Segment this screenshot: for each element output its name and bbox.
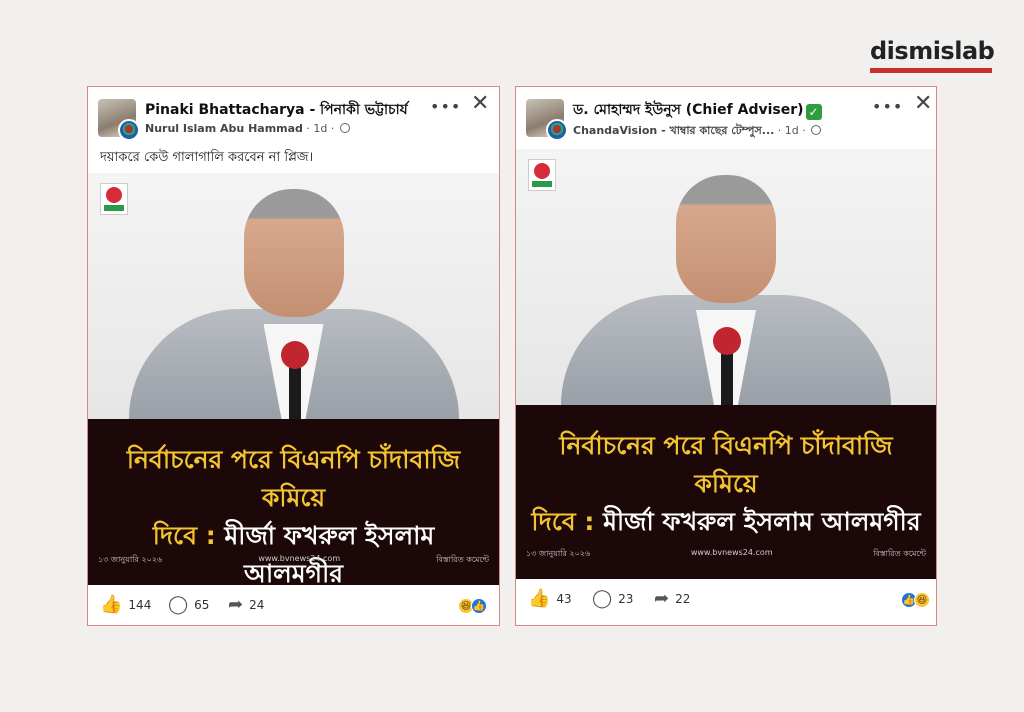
more-options-icon[interactable]: ••• [430, 97, 461, 116]
banner-date: ১৩ জানুয়ারি ২০২৬ [526, 549, 591, 558]
post-actions: 👍 144 ◯ 65 ➦ 24 😆 👍 [88, 585, 499, 627]
globe-icon [339, 123, 350, 133]
banner-site: www.bvnews24.com [258, 554, 341, 563]
post-header: Pinaki Bhattacharya - পিনাকী ভট্টাচার্য … [88, 87, 499, 149]
comment-count: 23 [618, 592, 634, 606]
close-icon[interactable]: ✕ [914, 91, 932, 116]
dismislab-logo: dismislab [870, 37, 995, 73]
speaker-figure [128, 189, 459, 419]
group-avatar[interactable] [526, 99, 568, 141]
post-image[interactable]: নির্বাচনের পরে বিএনপি চাঁদাবাজি কমিয়ে দ… [88, 173, 499, 585]
post-meta: ChandaVision - খাম্বার কাছের টেম্পুস... … [573, 122, 822, 141]
headline-line-2-prefix: দিবে : [531, 507, 604, 536]
like-count: 144 [128, 598, 152, 612]
share-button[interactable]: ➦ 24 [228, 594, 265, 615]
speaker-head [243, 189, 344, 317]
share-button[interactable]: ➦ 22 [654, 588, 691, 609]
share-icon: ➦ [228, 594, 244, 615]
group-avatar[interactable] [98, 99, 140, 141]
comment-icon: ◯ [168, 594, 189, 615]
headline-line-1: নির্বাচনের পরে বিএনপি চাঁদাবাজি কমিয়ে [126, 445, 461, 512]
reactions-summary[interactable]: 😆 👍 [458, 598, 487, 614]
microphone [713, 327, 741, 405]
reactions-summary[interactable]: 👍 😆 [901, 592, 930, 608]
post-actions: 👍 43 ◯ 23 ➦ 22 👍 😆 [516, 579, 936, 621]
post-author-name[interactable]: Pinaki Bhattacharya - পিনাকী ভট্টাচার্য [145, 98, 408, 122]
banner-footer: ১৩ জানুয়ারি ২০২৬ www.bvnews24.com বিস্ত… [98, 554, 489, 567]
banner-date: ১৩ জানুয়ারি ২০২৬ [98, 555, 163, 564]
logo-text: dismislab [870, 37, 995, 65]
banner-site: www.bvnews24.com [690, 548, 773, 557]
post-group-name[interactable]: ChandaVision - খাম্বার কাছের টেম্পুস... [573, 124, 774, 137]
headline-banner: নির্বাচনের পরে বিএনপি চাঁদাবাজি কমিয়ে দ… [88, 419, 499, 585]
channel-logo [100, 183, 128, 215]
share-count: 22 [675, 592, 691, 606]
post-header: ড. মোহাম্মদ ইউনুস (Chief Adviser) ✓ Chand… [516, 87, 936, 149]
speaker-photo [88, 173, 499, 419]
comment-button[interactable]: ◯ 65 [168, 594, 210, 615]
banner-footer: ১৩ জানুয়ারি ২০২৬ www.bvnews24.com বিস্ত… [526, 548, 926, 561]
haha-reaction-icon: 😆 [914, 592, 930, 608]
share-icon: ➦ [654, 588, 670, 609]
logo-underline [870, 68, 992, 73]
speaker-figure [561, 175, 891, 405]
verified-check-icon: ✓ [805, 104, 822, 120]
comment-button[interactable]: ◯ 23 [592, 588, 634, 609]
post-meta: Nurul Islam Abu Hammad · 1d · [145, 122, 350, 135]
globe-icon [811, 125, 822, 135]
like-reaction-icon: 👍 [471, 598, 487, 614]
comment-icon: ◯ [592, 588, 613, 609]
post-card-1: Pinaki Bhattacharya - পিনাকী ভট্টাচার্য … [87, 86, 500, 626]
post-image[interactable]: নির্বাচনের পরে বিএনপি চাঁদাবাজি কমিয়ে দ… [516, 149, 936, 579]
close-icon[interactable]: ✕ [471, 91, 489, 116]
banner-more: বিস্তারিত কমেন্টে [436, 555, 489, 564]
like-button[interactable]: 👍 43 [528, 588, 572, 609]
speaker-photo [516, 149, 936, 405]
headline-line-2-prefix: দিবে : [152, 521, 225, 550]
post-time[interactable]: 1d [313, 122, 327, 135]
post-author-name[interactable]: ড. মোহাম্মদ ইউনুস (Chief Adviser) ✓ [573, 98, 822, 122]
share-count: 24 [249, 598, 265, 612]
author-avatar[interactable] [546, 119, 568, 141]
thumbs-up-icon: 👍 [528, 588, 551, 609]
speaker-head [676, 175, 776, 303]
headline-line-2-name: মীর্জা ফখরুল ইসলাম আলমগীর [603, 507, 921, 536]
author-avatar[interactable] [118, 119, 140, 141]
post-card-2: ড. মোহাম্মদ ইউনুস (Chief Adviser) ✓ Chand… [515, 86, 937, 626]
channel-logo [528, 159, 556, 191]
headline-line-1: নির্বাচনের পরে বিএনপি চাঁদাবাজি কমিয়ে [559, 431, 893, 498]
comment-count: 65 [194, 598, 210, 612]
headline-line-2-name: মীর্জা ফখরুল ইসলাম আলমগীর [224, 521, 435, 585]
headline-text: নির্বাচনের পরে বিএনপি চাঁদাবাজি কমিয়ে দ… [516, 427, 936, 541]
headline-banner: নির্বাচনের পরে বিএনপি চাঁদাবাজি কমিয়ে দ… [516, 405, 936, 579]
more-options-icon[interactable]: ••• [872, 97, 903, 116]
microphone [280, 341, 309, 419]
post-caption: দয়াকরে কেউ গালাগালি করবেন না প্লিজ। [100, 150, 314, 165]
like-button[interactable]: 👍 144 [100, 594, 152, 615]
like-count: 43 [556, 592, 572, 606]
post-time[interactable]: 1d [785, 124, 799, 137]
thumbs-up-icon: 👍 [100, 594, 123, 615]
post-author-text: ড. মোহাম্মদ ইউনুস (Chief Adviser) [573, 102, 804, 118]
post-group-name[interactable]: Nurul Islam Abu Hammad [145, 122, 303, 135]
banner-more: বিস্তারিত কমেন্টে [873, 549, 926, 558]
